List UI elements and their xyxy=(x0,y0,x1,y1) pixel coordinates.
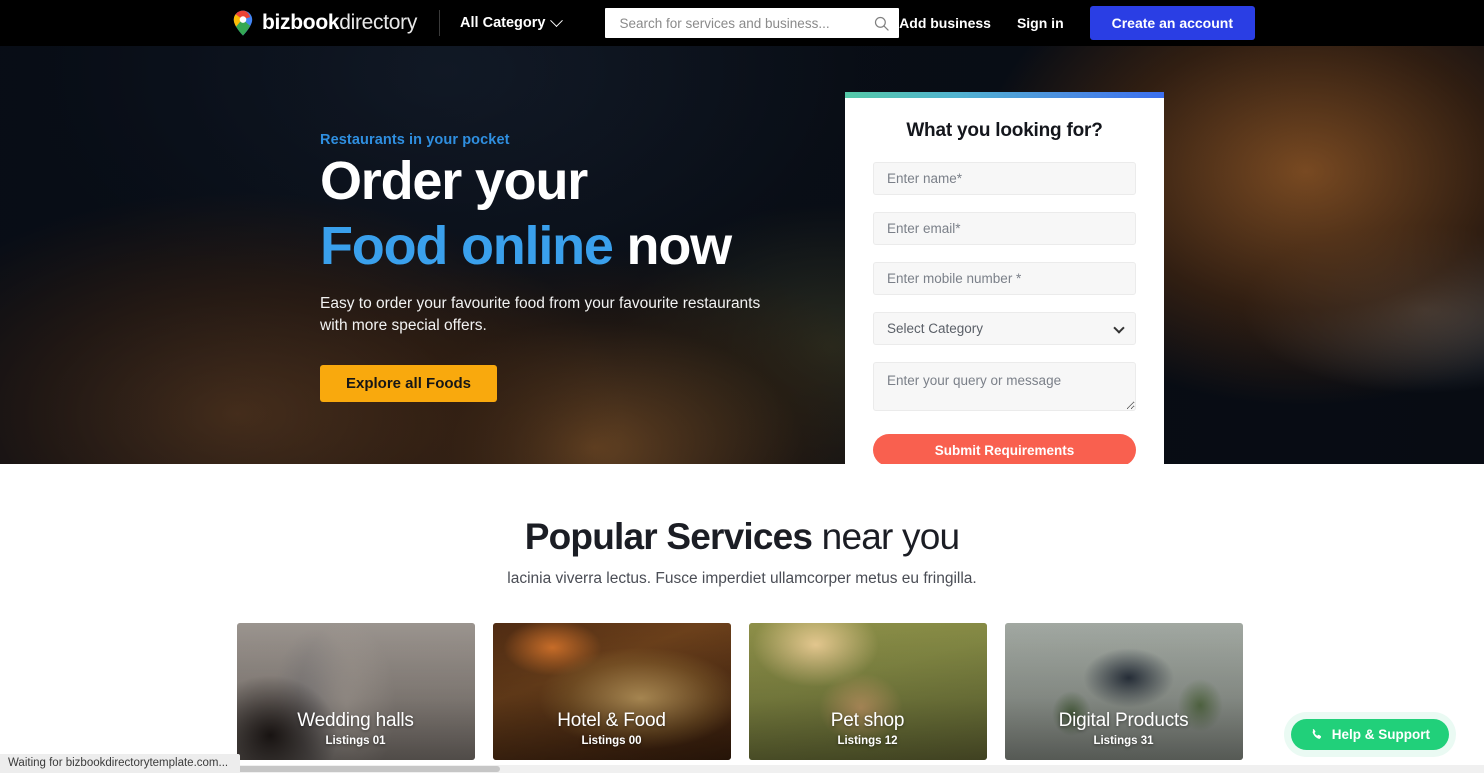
services-title: Popular Services near you xyxy=(0,516,1484,558)
create-account-button[interactable]: Create an account xyxy=(1089,6,1255,40)
page-root: bizbookdirectory All Category Add busine… xyxy=(0,0,1484,773)
card-title: Digital Products xyxy=(1058,710,1189,731)
sign-in-link[interactable]: Sign in xyxy=(1017,15,1064,31)
map-pin-icon xyxy=(232,10,254,36)
brand-name: bizbookdirectory xyxy=(262,11,417,35)
service-card-wedding-halls[interactable]: Wedding halls Listings 01 xyxy=(236,623,475,760)
help-support-widget[interactable]: Help & Support xyxy=(1283,712,1456,757)
service-card-hotel-food[interactable]: Hotel & Food Listings 00 xyxy=(492,623,731,760)
card-listings-count: Listings 01 xyxy=(325,735,386,747)
services-title-rest: near you xyxy=(812,516,960,557)
brand-name-light: directory xyxy=(339,11,418,34)
service-card-list: Wedding halls Listings 01 Hotel & Food L… xyxy=(236,623,1248,760)
help-support-button[interactable]: Help & Support xyxy=(1290,719,1449,750)
service-card-digital-products[interactable]: Digital Products Listings 31 xyxy=(1004,623,1243,760)
services-title-bold: Popular Services xyxy=(524,516,813,557)
services-heading-block: Popular Services near you lacinia viverr… xyxy=(0,464,1484,588)
services-description: lacinia viverra lectus. Fusce imperdiet … xyxy=(507,570,977,587)
search-input[interactable] xyxy=(619,15,875,31)
hero-title-tail: now xyxy=(612,216,733,276)
mobile-field[interactable] xyxy=(873,262,1136,295)
category-select-wrapper: Select Category xyxy=(873,312,1136,362)
hero-copy: Restaurants in your pocket Order your Fo… xyxy=(320,132,840,402)
card-caption: Pet shop Listings 12 xyxy=(749,710,987,747)
explore-all-foods-button[interactable]: Explore all Foods xyxy=(320,365,498,402)
brand-logo[interactable]: bizbookdirectory xyxy=(232,10,417,36)
category-dropdown[interactable]: All Category xyxy=(460,13,564,31)
message-textarea[interactable] xyxy=(873,362,1136,411)
card-listings-count: Listings 12 xyxy=(837,735,898,747)
lead-form-title: What you looking for? xyxy=(906,120,1103,141)
card-title: Hotel & Food xyxy=(557,710,666,731)
search-box[interactable] xyxy=(605,8,900,38)
hero-title-line1: Order your xyxy=(320,151,588,211)
popular-services-section: Popular Services near you lacinia viverr… xyxy=(0,464,1484,760)
card-title: Wedding halls xyxy=(297,710,414,731)
lead-form: What you looking for? Select Category Su… xyxy=(845,98,1164,464)
category-select[interactable]: Select Category xyxy=(873,312,1136,345)
hero-kicker: Restaurants in your pocket xyxy=(320,132,510,148)
card-caption: Hotel & Food Listings 00 xyxy=(493,710,731,747)
card-listings-count: Listings 00 xyxy=(581,735,642,747)
header-divider xyxy=(439,10,441,36)
submit-requirements-button[interactable]: Submit Requirements xyxy=(873,434,1136,464)
brand-name-bold: bizbook xyxy=(262,11,340,34)
hero-title-accent: Food online xyxy=(320,216,614,276)
hero-section: Restaurants in your pocket Order your Fo… xyxy=(0,46,1484,464)
header-actions: Add business Sign in Create an account xyxy=(899,6,1255,40)
card-listings-count: Listings 31 xyxy=(1093,735,1154,747)
hero-title-line2: Food online now xyxy=(320,219,840,273)
lead-form-panel: What you looking for? Select Category Su… xyxy=(845,92,1164,464)
search-icon[interactable] xyxy=(874,16,889,31)
name-field[interactable] xyxy=(873,162,1136,195)
card-title: Pet shop xyxy=(830,710,905,731)
add-business-link[interactable]: Add business xyxy=(899,15,991,31)
status-bar: Waiting for bizbookdirectorytemplate.com… xyxy=(0,754,241,773)
category-dropdown-label: All Category xyxy=(460,15,546,31)
phone-icon xyxy=(1310,728,1324,742)
email-field[interactable] xyxy=(873,212,1136,245)
hero-title: Order your Food online now xyxy=(320,154,840,273)
card-caption: Wedding halls Listings 01 xyxy=(237,710,475,747)
chevron-down-icon xyxy=(550,13,564,27)
service-card-pet-shop[interactable]: Pet shop Listings 12 xyxy=(748,623,987,760)
site-header: bizbookdirectory All Category Add busine… xyxy=(0,0,1484,46)
card-caption: Digital Products Listings 31 xyxy=(1005,710,1243,747)
hero-subtitle: Easy to order your favourite food from y… xyxy=(320,295,761,334)
help-support-label: Help & Support xyxy=(1331,727,1430,742)
